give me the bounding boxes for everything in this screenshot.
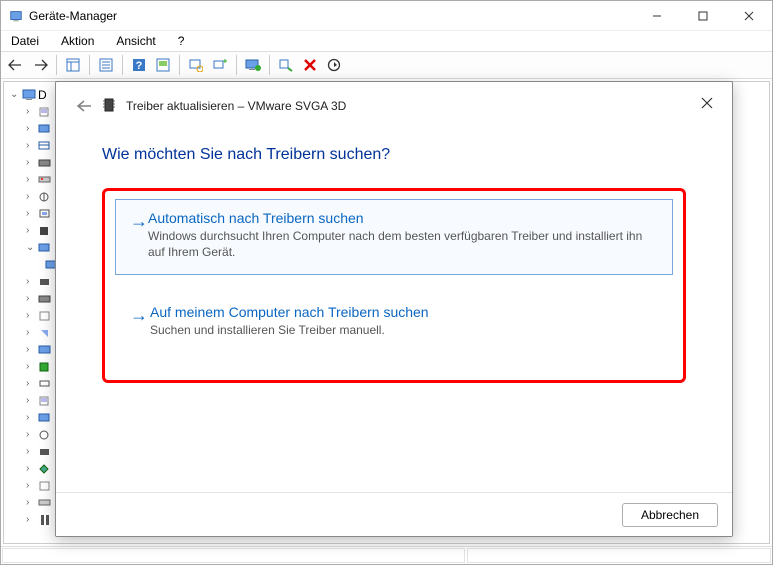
device-icon xyxy=(37,461,53,477)
device-icon xyxy=(37,495,53,511)
arrow-right-icon: → xyxy=(130,210,148,260)
expand-icon[interactable]: › xyxy=(26,480,36,491)
expand-icon[interactable]: › xyxy=(26,157,36,168)
uninstall-icon[interactable] xyxy=(275,54,297,76)
action-icon[interactable] xyxy=(152,54,174,76)
expand-icon[interactable]: › xyxy=(26,412,36,423)
expand-icon[interactable]: › xyxy=(26,429,36,440)
option-browse-computer[interactable]: → Auf meinem Computer nach Treibern such… xyxy=(115,293,673,353)
device-icon xyxy=(37,308,53,324)
expand-icon[interactable]: › xyxy=(26,395,36,406)
tree-root-label: D xyxy=(38,88,47,102)
device-icon xyxy=(37,393,53,409)
expand-icon[interactable]: › xyxy=(26,225,36,236)
expand-icon[interactable]: › xyxy=(26,106,36,117)
scan-hardware-icon[interactable] xyxy=(185,54,207,76)
expand-icon[interactable]: › xyxy=(26,276,36,287)
expand-icon[interactable]: › xyxy=(26,123,36,134)
update-driver-dialog: Treiber aktualisieren – VMware SVGA 3D W… xyxy=(55,81,733,537)
dialog-close-button[interactable] xyxy=(696,92,718,114)
svg-text:?: ? xyxy=(136,60,143,72)
disable-icon[interactable] xyxy=(299,54,321,76)
menu-view[interactable]: Ansicht xyxy=(112,32,159,50)
expand-icon[interactable]: › xyxy=(26,208,36,219)
properties-icon[interactable] xyxy=(95,54,117,76)
device-icon xyxy=(37,410,53,426)
expand-icon[interactable]: › xyxy=(26,514,36,525)
dialog-title: Treiber aktualisieren – VMware SVGA 3D xyxy=(126,99,346,113)
app-icon xyxy=(9,9,23,23)
expand-icon[interactable]: › xyxy=(26,293,36,304)
minimize-button[interactable] xyxy=(634,1,680,31)
expand-icon[interactable]: › xyxy=(26,463,36,474)
close-button[interactable] xyxy=(726,1,772,31)
statusbar xyxy=(1,546,772,564)
device-icon xyxy=(37,444,53,460)
device-icon xyxy=(37,359,53,375)
device-icon xyxy=(37,155,53,171)
collapse-icon[interactable]: ⌄ xyxy=(26,242,36,253)
device-icon xyxy=(37,189,53,205)
option-auto-desc: Windows durchsucht Ihren Computer nach d… xyxy=(148,228,658,260)
device-icon xyxy=(37,104,53,120)
dialog-back-button[interactable] xyxy=(72,94,96,118)
option-auto-search[interactable]: → Automatisch nach Treibern suchen Windo… xyxy=(115,199,673,275)
device-icon xyxy=(37,291,53,307)
option-browse-title: Auf meinem Computer nach Treibern suchen xyxy=(150,304,429,320)
dialog-question: Wie möchten Sie nach Treibern suchen? xyxy=(102,146,686,164)
collapse-icon[interactable]: ⌄ xyxy=(10,89,20,100)
computer-icon xyxy=(21,87,37,103)
update-driver-icon[interactable] xyxy=(242,54,264,76)
option-browse-desc: Suchen und installieren Sie Treiber manu… xyxy=(150,322,429,338)
device-icon xyxy=(37,138,53,154)
enable-icon[interactable] xyxy=(323,54,345,76)
expand-icon[interactable]: › xyxy=(26,344,36,355)
device-icon xyxy=(37,240,53,256)
expand-icon[interactable]: › xyxy=(26,497,36,508)
toolbar: ? xyxy=(1,51,772,79)
device-icon xyxy=(37,376,53,392)
maximize-button[interactable] xyxy=(680,1,726,31)
expand-icon[interactable]: › xyxy=(26,378,36,389)
device-icon xyxy=(37,478,53,494)
option-auto-title: Automatisch nach Treibern suchen xyxy=(148,210,658,226)
menu-action[interactable]: Aktion xyxy=(57,32,98,50)
menubar: Datei Aktion Ansicht ? xyxy=(1,31,772,51)
expand-icon[interactable]: › xyxy=(26,446,36,457)
device-icon xyxy=(37,342,53,358)
expand-icon[interactable]: › xyxy=(26,191,36,202)
cancel-button[interactable]: Abbrechen xyxy=(622,503,718,527)
arrow-right-icon: → xyxy=(130,304,150,338)
show-hide-tree-icon[interactable] xyxy=(62,54,84,76)
window-title: Geräte-Manager xyxy=(29,9,634,23)
device-icon xyxy=(37,206,53,222)
device-icon xyxy=(37,512,53,528)
back-icon[interactable] xyxy=(5,54,27,76)
expand-icon[interactable]: › xyxy=(26,327,36,338)
menu-help[interactable]: ? xyxy=(174,32,189,50)
help-icon[interactable]: ? xyxy=(128,54,150,76)
device-chip-icon xyxy=(102,96,118,116)
menu-file[interactable]: Datei xyxy=(7,32,43,50)
device-icon xyxy=(37,274,53,290)
expand-icon[interactable]: › xyxy=(26,310,36,321)
highlight-box: → Automatisch nach Treibern suchen Windo… xyxy=(102,188,686,383)
add-legacy-icon[interactable] xyxy=(209,54,231,76)
expand-icon[interactable]: › xyxy=(26,361,36,372)
expand-icon[interactable]: › xyxy=(26,174,36,185)
device-icon xyxy=(37,121,53,137)
device-icon xyxy=(37,172,53,188)
forward-icon[interactable] xyxy=(29,54,51,76)
expand-icon[interactable]: › xyxy=(26,140,36,151)
device-icon xyxy=(37,223,53,239)
device-icon xyxy=(37,427,53,443)
device-icon xyxy=(37,325,53,341)
titlebar: Geräte-Manager xyxy=(1,1,772,31)
